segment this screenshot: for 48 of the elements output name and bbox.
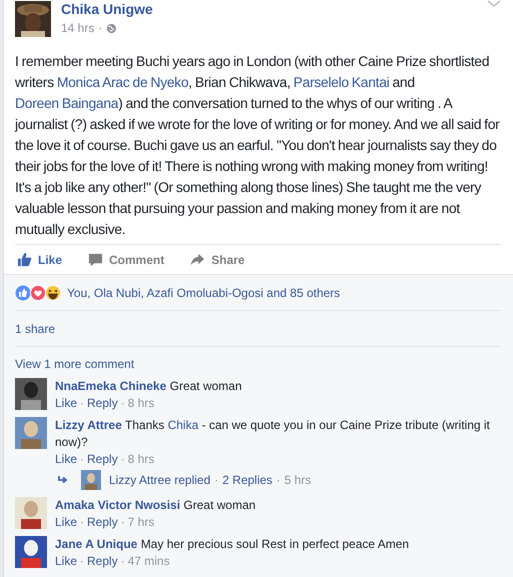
separator: · — [120, 553, 125, 570]
view-more-comments[interactable]: View 1 more comment — [15, 357, 134, 371]
separator: · — [276, 473, 280, 487]
profile-link[interactable]: Chika — [168, 418, 198, 432]
globe-icon — [106, 22, 118, 34]
speech-bubble-icon — [88, 252, 104, 267]
comment-action-link[interactable]: Reply — [87, 514, 118, 531]
replies-link[interactable]: 2 Replies — [222, 473, 272, 487]
separator: · — [120, 451, 125, 468]
replies-link[interactable]: Lizzy Attree replied — [109, 473, 210, 487]
reactions-summary[interactable]: You, Ola Nubi, Azafi Omoluabi-Ogosi and 85 others — [67, 286, 340, 300]
author-name[interactable]: Chika Unigwe — [61, 0, 477, 18]
comment-action-link[interactable]: Like — [55, 451, 78, 468]
separator: · — [214, 473, 218, 487]
comment-action-link[interactable]: Reply — [87, 553, 118, 570]
reactions-icon[interactable] — [15, 285, 63, 301]
comment-action-link[interactable]: Reply — [87, 451, 118, 468]
share-button[interactable]: Share — [190, 252, 245, 267]
separator: · — [98, 21, 102, 35]
post-text: I remember meeting Buchi years ago in London (with other Caine Prize shortlisted writers Monica Arac de Nyeko, Brian Chikwava, Parselelo Kantai and Doreen Baingana) and the conversation turned to the whys of our writing . A journalist (?) asked if we wrote for the love of writing or for money. And we all said for the love it of course. Buchi gave us an earful. "You don't hear journalists say they do their jobs for the love of it! There is nothing wrong with making money from writing! It's a job like any other!" (Or something along those lines) She taught me the very valuable lesson that pursuing your passion and making money from it are not mutually exclusive. — [15, 52, 500, 239]
reply-arrow-icon — [57, 475, 69, 485]
comment-text: NnaEmeka Chineke Great woman — [55, 378, 243, 395]
reply-time: 5 hrs — [284, 473, 312, 487]
comment-action-link[interactable]: Like — [55, 514, 78, 531]
comment-action-link[interactable]: Reply — [87, 395, 118, 412]
share-count[interactable]: 1 share — [15, 322, 56, 336]
commenter-name[interactable]: Jane A Unique — [55, 537, 138, 551]
thumbs-up-icon — [17, 252, 32, 267]
comment-button[interactable]: Comment — [88, 252, 164, 267]
profile-link[interactable]: Doreen Baingana — [15, 95, 118, 111]
separator: · — [80, 451, 84, 468]
comment-text: Amaka Victor Nwosisi Great woman — [55, 497, 257, 514]
separator: · — [80, 514, 84, 531]
comment-action-link[interactable]: Like — [55, 395, 78, 412]
comment-text: Lizzy Attree Thanks Chika - can we quote you in our Caine Prize tribute (writing it now)? — [55, 417, 491, 451]
comment-text: Jane A Unique May her precious soul Rest in perfect peace Amen — [55, 536, 410, 553]
share-arrow-icon — [190, 252, 206, 267]
like-button[interactable]: Like — [17, 252, 62, 267]
separator: · — [120, 395, 125, 412]
separator: · — [80, 395, 84, 412]
separator: · — [80, 553, 84, 570]
commenter-name[interactable]: Amaka Victor Nwosisi — [55, 498, 180, 512]
profile-link[interactable]: Parselelo Kantai — [293, 74, 390, 90]
commenter-name[interactable]: Lizzy Attree — [55, 418, 122, 432]
comment-action-link[interactable]: Like — [55, 553, 78, 570]
profile-link[interactable]: Monica Arac de Nyeko — [56, 74, 188, 90]
commenter-name[interactable]: NnaEmeka Chineke — [55, 379, 166, 393]
separator: · — [120, 514, 125, 531]
